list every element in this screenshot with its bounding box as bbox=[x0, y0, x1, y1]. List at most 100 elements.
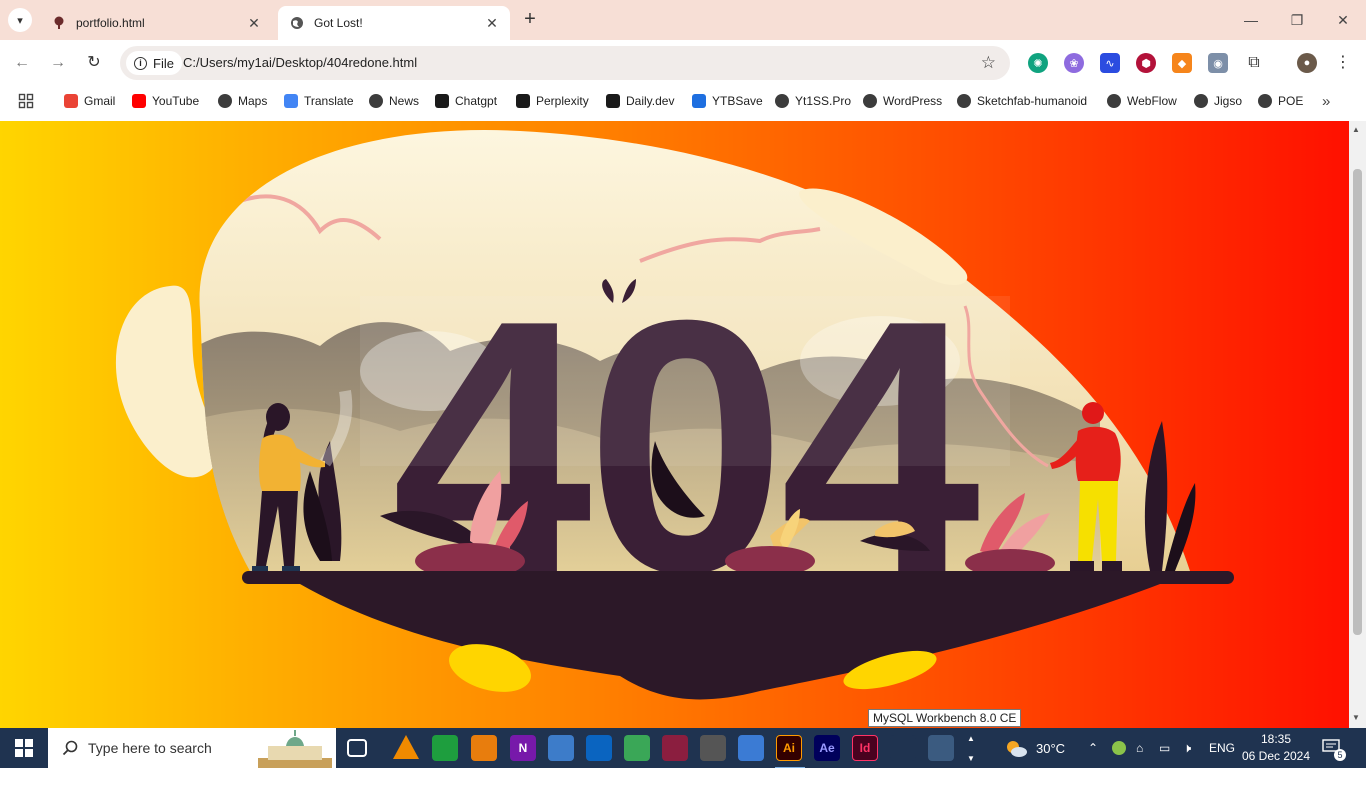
tab-search-button[interactable]: ▾ bbox=[8, 8, 32, 32]
brain-extension-icon[interactable]: ❀ bbox=[1064, 53, 1084, 73]
close-tab-icon[interactable]: ✕ bbox=[246, 15, 262, 32]
bookmark-label: Maps bbox=[238, 94, 268, 108]
browser-window-icon[interactable] bbox=[548, 735, 574, 761]
tab-strip: ▾ portfolio.html ✕ Got Lost! ✕ + — ❐ ✕ bbox=[0, 0, 1366, 40]
bookmark-label: Translate bbox=[304, 94, 354, 108]
more-bookmarks-chevron-icon[interactable]: » bbox=[1322, 92, 1330, 110]
bookmark-label: Sketchfab-humanoid bbox=[977, 94, 1088, 108]
shield-extension-icon[interactable]: ⬢ bbox=[1136, 53, 1156, 73]
chevron-down-icon: ▾ bbox=[17, 14, 23, 27]
extensions-puzzle-icon[interactable]: ⧉ bbox=[1244, 53, 1264, 73]
language-indicator[interactable]: ENG bbox=[1209, 728, 1235, 768]
illustrator-icon[interactable]: Ai bbox=[775, 735, 805, 769]
bookmark-gmail[interactable]: Gmail bbox=[64, 92, 115, 110]
taskbar-search-box[interactable]: Type here to search bbox=[48, 728, 336, 768]
back-arrow-icon[interactable]: ← bbox=[10, 51, 34, 75]
chatgpt-icon bbox=[435, 94, 449, 108]
bookmark-sketchfab-humanoid[interactable]: Sketchfab-humanoid bbox=[957, 92, 1087, 110]
mysql-workbench-icon[interactable] bbox=[928, 735, 954, 761]
app-icon-letters: Ae bbox=[819, 741, 835, 755]
bookmark-label: Yt1SS.Pro bbox=[795, 94, 852, 108]
camera-extension-icon[interactable]: ◉ bbox=[1208, 53, 1228, 73]
address-bar[interactable]: i File C:/Users/my1ai/Desktop/404redone.… bbox=[120, 46, 1010, 80]
speaker-icon[interactable]: 🕨 bbox=[1183, 728, 1191, 768]
show-hidden-icons-chevron[interactable]: ⌃ bbox=[1088, 728, 1098, 768]
bookmark-poe[interactable]: POE bbox=[1258, 92, 1303, 110]
taskbar-overflow-scroll[interactable]: ▲ ▼ bbox=[964, 728, 978, 768]
bookmark-wordpress[interactable]: WordPress bbox=[863, 92, 942, 110]
new-tab-button[interactable]: + bbox=[518, 8, 542, 32]
blender-icon[interactable] bbox=[471, 735, 497, 761]
bookmark-label: Jigso bbox=[1214, 94, 1243, 108]
indesign-icon[interactable]: Id bbox=[852, 735, 878, 761]
metamask-fox-icon[interactable]: ◆ bbox=[1172, 53, 1192, 73]
notifications-button[interactable]: 5 bbox=[1322, 728, 1346, 768]
bookmark-news[interactable]: News bbox=[369, 92, 419, 110]
bookmark-jigso[interactable]: Jigso bbox=[1194, 92, 1242, 110]
bookmark-maps[interactable]: Maps bbox=[218, 92, 267, 110]
bookmark-webflow[interactable]: WebFlow bbox=[1107, 92, 1177, 110]
youtube-icon bbox=[132, 94, 146, 108]
dailydev-icon bbox=[606, 94, 620, 108]
battery-icon[interactable]: ▭ bbox=[1159, 728, 1170, 768]
close-tab-icon[interactable]: ✕ bbox=[484, 15, 500, 32]
winrar-icon[interactable] bbox=[662, 735, 688, 761]
bookmark-daily-dev[interactable]: Daily.dev bbox=[606, 92, 674, 110]
bookmark-perplexity[interactable]: Perplexity bbox=[516, 92, 589, 110]
browser-toolbar: ← → ↻ i File C:/Users/my1ai/Desktop/404r… bbox=[0, 40, 1366, 86]
task-view-icon[interactable] bbox=[347, 739, 367, 757]
money-manager-icon[interactable] bbox=[624, 735, 650, 761]
tab-got-lost[interactable]: Got Lost! ✕ bbox=[278, 6, 510, 40]
site-info-chip[interactable]: i File bbox=[126, 51, 182, 75]
bookmark-ytbsave[interactable]: YTBSave bbox=[692, 92, 763, 110]
onenote-icon[interactable]: N bbox=[510, 735, 536, 761]
wave-extension-icon[interactable]: ∿ bbox=[1100, 53, 1120, 73]
globe-icon bbox=[218, 94, 232, 108]
bookmark-translate[interactable]: Translate bbox=[284, 92, 354, 110]
bookmark-chatgpt[interactable]: Chatgpt bbox=[435, 92, 497, 110]
weather-temperature: 30°C bbox=[1036, 740, 1066, 756]
scrollbar-thumb[interactable] bbox=[1353, 169, 1362, 635]
meet-now-icon[interactable]: ⌂ bbox=[1136, 728, 1143, 768]
profile-avatar[interactable]: ● bbox=[1297, 53, 1317, 73]
globe-icon bbox=[290, 16, 304, 30]
scroll-down-icon[interactable]: ▼ bbox=[1352, 713, 1360, 722]
start-button[interactable] bbox=[0, 728, 48, 768]
bookmark-label: YTBSave bbox=[712, 94, 763, 108]
tray-app-icon[interactable] bbox=[1112, 728, 1126, 768]
bookmark-yt1ss-pro[interactable]: Yt1SS.Pro bbox=[775, 92, 851, 110]
url-text[interactable]: C:/Users/my1ai/Desktop/404redone.html bbox=[183, 55, 417, 70]
page-scrollbar[interactable]: ▲ ▼ bbox=[1349, 121, 1366, 728]
partly-cloudy-icon bbox=[1007, 741, 1027, 757]
media-player-icon[interactable] bbox=[700, 735, 726, 761]
scroll-up-icon[interactable]: ▲ bbox=[1352, 125, 1360, 134]
remote-desktop-icon[interactable] bbox=[586, 735, 612, 761]
clock-date: 06 Dec 2024 bbox=[1241, 749, 1311, 763]
gmail-icon bbox=[64, 94, 78, 108]
more-menu-icon[interactable]: ⋮ bbox=[1335, 52, 1351, 72]
after-effects-icon[interactable]: Ae bbox=[814, 735, 840, 761]
bookmark-youtube[interactable]: YouTube bbox=[132, 92, 199, 110]
tab-portfolio[interactable]: portfolio.html ✕ bbox=[40, 6, 272, 40]
portfolio-favicon-icon bbox=[52, 16, 66, 30]
vscode-icon[interactable] bbox=[890, 735, 916, 761]
reload-icon[interactable]: ↻ bbox=[82, 51, 106, 75]
search-placeholder: Type here to search bbox=[88, 740, 212, 756]
apps-grid-icon[interactable] bbox=[18, 92, 34, 110]
forward-arrow-icon[interactable]: → bbox=[46, 51, 70, 75]
minimize-icon[interactable]: — bbox=[1228, 0, 1274, 40]
close-window-icon[interactable]: ✕ bbox=[1320, 0, 1366, 40]
sheets-icon[interactable] bbox=[432, 735, 458, 761]
taskbar-clock[interactable]: 18:35 06 Dec 2024 bbox=[1240, 731, 1312, 765]
bookmark-star-icon[interactable]: ☆ bbox=[981, 53, 996, 73]
weather-widget[interactable]: 30°C bbox=[1004, 728, 1065, 768]
screen-bottom-area bbox=[0, 768, 1366, 805]
video-player-icon[interactable] bbox=[738, 735, 764, 761]
bookmark-label: WebFlow bbox=[1127, 94, 1177, 108]
chatgpt-extension-icon[interactable]: ✺ bbox=[1028, 53, 1048, 73]
tab-title: portfolio.html bbox=[76, 16, 145, 30]
restore-icon[interactable]: ❐ bbox=[1274, 0, 1320, 40]
taskbar-tooltip: MySQL Workbench 8.0 CE bbox=[868, 709, 1022, 727]
vlc-icon[interactable] bbox=[393, 735, 419, 759]
globe-icon bbox=[1258, 94, 1272, 108]
